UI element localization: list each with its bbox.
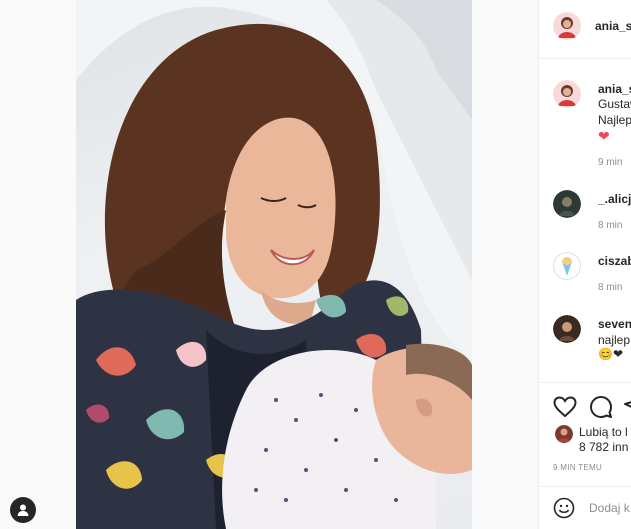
post-actions: Lubią to l 8 782 inn 9 MIN TEMU <box>539 382 631 487</box>
profile-account-button[interactable] <box>10 497 36 523</box>
comment-text-line: Najlep <box>598 113 631 127</box>
comment-bubble-icon[interactable] <box>589 395 613 419</box>
post-side-panel: ania_s ania_s Gustaw Najlep ❤ 9 min _.al… <box>538 0 631 529</box>
photo-of-mother-and-newborn-icon <box>76 0 472 529</box>
comment-composer: Dodaj k <box>539 486 631 529</box>
heart-emoji-icon: ❤ <box>598 128 610 144</box>
comment-text-line: najlep <box>598 333 631 347</box>
comment-username[interactable]: _.alicja <box>598 192 631 206</box>
liker-avatar[interactable] <box>555 425 573 443</box>
comment-avatar-icon <box>553 315 581 343</box>
comment-username[interactable]: ciszab <box>598 254 631 268</box>
comment-input[interactable]: Dodaj k <box>589 501 630 515</box>
user-icon <box>17 504 29 516</box>
author-avatar-icon <box>553 12 581 40</box>
likes-count[interactable]: 8 782 inn <box>579 440 628 454</box>
likes-label[interactable]: Lubią to l <box>579 425 628 439</box>
author-avatar[interactable] <box>553 12 581 40</box>
comment-avatar[interactable] <box>553 315 581 343</box>
comment-avatar-icon <box>553 252 581 280</box>
comment-username[interactable]: ania_s <box>598 82 631 96</box>
author-username[interactable]: ania_s <box>595 19 631 33</box>
page-background-right <box>472 0 538 529</box>
comment-time[interactable]: 8 min <box>598 220 622 231</box>
page-background-left <box>0 0 76 529</box>
liker-avatar-icon <box>555 425 573 443</box>
comment-avatar-icon <box>553 80 581 108</box>
smile-heart-emoji-icon: 😊❤ <box>598 347 623 361</box>
like-heart-icon[interactable] <box>553 396 577 418</box>
comment-avatar[interactable] <box>553 80 581 108</box>
comment-avatar-icon <box>553 190 581 218</box>
comment-username[interactable]: seven_ <box>598 317 631 331</box>
share-plane-icon[interactable] <box>623 395 631 419</box>
post-photo[interactable] <box>76 0 472 529</box>
comment-avatar[interactable] <box>553 190 581 218</box>
comment-text-line: Gustaw <box>598 97 631 111</box>
comment-avatar[interactable] <box>553 252 581 280</box>
post-timestamp[interactable]: 9 MIN TEMU <box>553 463 602 472</box>
emoji-smiley-icon[interactable] <box>553 497 575 519</box>
comment-time[interactable]: 9 min <box>598 157 622 168</box>
comment-time[interactable]: 8 min <box>598 282 622 293</box>
post-header: ania_s <box>539 0 631 59</box>
